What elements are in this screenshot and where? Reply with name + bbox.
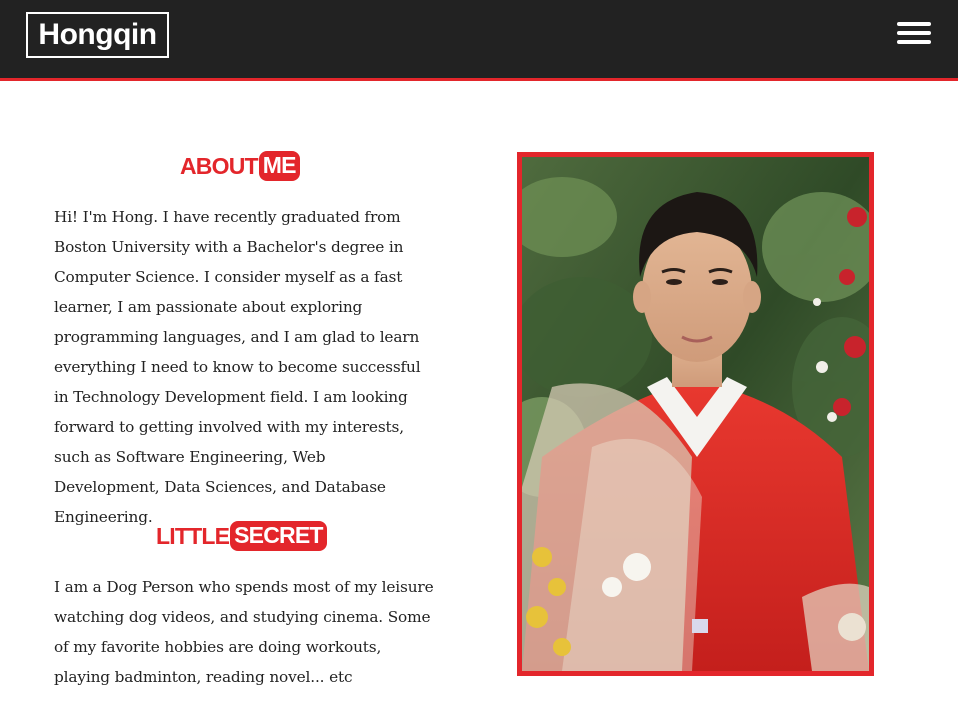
secret-heading-highlight: SECRET <box>230 521 327 551</box>
little-secret-text: I am a Dog Person who spends most of my … <box>54 578 434 686</box>
about-heading-highlight: ME <box>258 151 300 181</box>
hamburger-menu-icon[interactable] <box>897 22 931 44</box>
hamburger-bar <box>897 31 931 35</box>
profile-photo-image <box>522 157 869 671</box>
brand-logo[interactable]: Hongqin <box>26 12 169 58</box>
hamburger-bar <box>897 22 931 26</box>
about-me-heading: ABOUT ME <box>180 151 300 181</box>
navbar: Hongqin <box>0 0 958 81</box>
little-secret-heading: LITTLE SECRET <box>156 521 327 551</box>
about-me-text: Hi! I'm Hong. I have recently graduated … <box>54 208 421 526</box>
hamburger-bar <box>897 40 931 44</box>
secret-heading-plain: LITTLE <box>156 522 230 549</box>
about-heading-plain: ABOUT <box>180 152 259 179</box>
profile-photo <box>517 152 874 676</box>
